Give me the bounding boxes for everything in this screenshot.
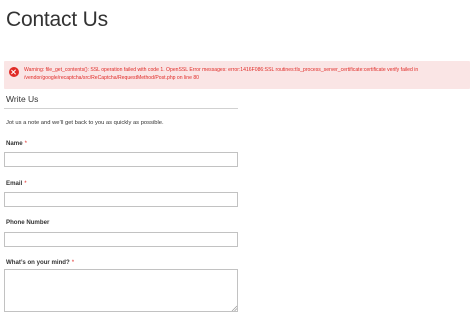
comment-label-text: What’s on your mind?	[6, 259, 70, 266]
section-title: Write Us	[6, 94, 39, 104]
email-input[interactable]	[4, 192, 238, 207]
phone-label-text: Phone Number	[6, 219, 50, 226]
name-label-text: Name	[6, 140, 23, 147]
email-label: Email *	[6, 180, 27, 187]
phone-input[interactable]	[4, 232, 238, 247]
contact-page: Contact Us Warning: file_get_contents():…	[0, 0, 474, 316]
comment-label: What’s on your mind? *	[6, 259, 74, 266]
name-input[interactable]	[4, 152, 238, 167]
phone-label: Phone Number	[6, 219, 49, 226]
section-divider	[4, 108, 238, 109]
page-title: Contact Us	[6, 8, 108, 31]
comment-textarea[interactable]	[4, 269, 238, 312]
email-label-text: Email	[6, 180, 23, 187]
resize-grip-icon[interactable]	[231, 305, 237, 311]
form-intro-text: Jot us a note and we’ll get back to you …	[6, 120, 164, 126]
error-message-box: Warning: file_get_contents(): SSL operat…	[4, 61, 470, 89]
error-message-text: Warning: file_get_contents(): SSL operat…	[24, 67, 419, 81]
required-asterisk: *	[24, 180, 27, 187]
error-circle-icon	[9, 67, 19, 77]
name-label: Name *	[6, 140, 27, 147]
required-asterisk: *	[71, 259, 75, 266]
required-asterisk: *	[24, 140, 27, 147]
